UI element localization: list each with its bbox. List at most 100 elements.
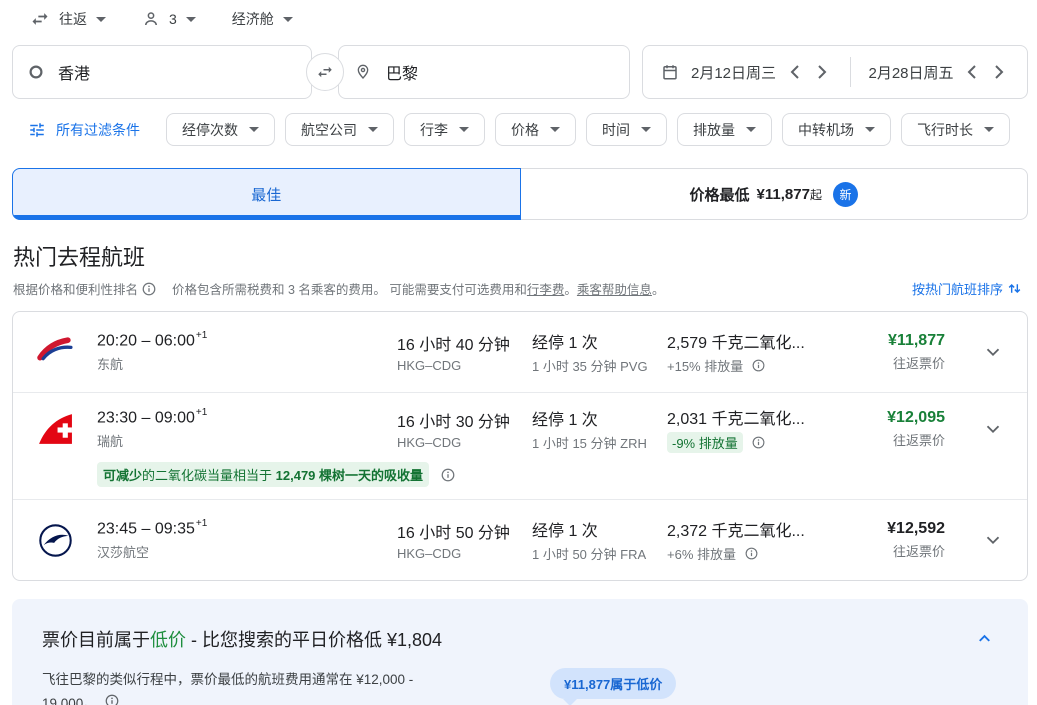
ranking-disclaimer: 根据价格和便利性排名 价格包含所需税费和 3 名乘客的费用。 可能需要支付可选费…: [13, 279, 664, 298]
layover-detail: 1 小时 15 分钟 ZRH: [532, 433, 667, 452]
filter-chip-bags[interactable]: 行李: [404, 113, 485, 146]
sort-by-button[interactable]: 按热门航班排序: [912, 279, 1023, 298]
swiss-logo: [37, 411, 74, 448]
chevron-down-icon: [982, 418, 1004, 440]
route: HKG–CDG: [397, 358, 532, 373]
filter-chip-stops[interactable]: 经停次数: [166, 113, 275, 146]
chip-label: 排放量: [693, 120, 735, 140]
flight-results-list: 20:20 – 06:00+1 东航 16 小时 40 分钟 HKG–CDG 经…: [12, 311, 1028, 581]
filters-row: 所有过滤条件 经停次数 航空公司 行李 价格 时间 排放量 中转机场: [0, 99, 1037, 156]
return-date-group: 2月28日周五: [857, 58, 1022, 86]
chip-label: 行李: [420, 120, 448, 140]
chevron-down-icon: [982, 529, 1004, 551]
info-icon[interactable]: [752, 359, 765, 372]
info-icon[interactable]: [752, 436, 765, 449]
chevron-down-icon: [982, 341, 1004, 363]
filter-chip-emissions[interactable]: 排放量: [677, 113, 772, 146]
price-history-slider: ¥11,877属于低价 ¥12,000 ¥19,000: [514, 668, 992, 705]
chevron-down-icon: [550, 127, 560, 132]
punctuation: 。: [652, 279, 665, 298]
emissions-delta-badge: -9% 排放量: [667, 432, 743, 453]
tab-cheapest-label: 价格最低: [690, 184, 750, 205]
destination-value: 巴黎: [386, 60, 418, 84]
info-icon[interactable]: [142, 282, 156, 296]
filter-chip-airlines[interactable]: 航空公司: [285, 113, 394, 146]
layover-detail: 1 小时 35 分钟 PVG: [532, 356, 667, 375]
section-subrow: 根据价格和便利性排名 价格包含所需税费和 3 名乘客的费用。 可能需要支付可选费…: [13, 279, 1023, 298]
trip-type-selector[interactable]: 往返: [30, 9, 106, 29]
departure-date[interactable]: 2月12日周三: [691, 62, 776, 83]
person-icon: [142, 10, 160, 28]
flight-row-lufthansa[interactable]: 23:45 – 09:35+1 汉莎航空 16 小时 50 分钟 HKG–CDG…: [13, 500, 1027, 580]
trip-type-price-label: 往返票价: [877, 430, 945, 449]
expand-flight-button[interactable]: [973, 417, 1013, 441]
info-icon[interactable]: [441, 468, 455, 482]
cabin-class-selector[interactable]: 经济舱: [232, 9, 293, 29]
chevron-down-icon: [283, 17, 293, 22]
swap-arrows-icon: [316, 63, 334, 81]
cabin-class-label: 经济舱: [232, 9, 274, 29]
swap-origin-destination-button[interactable]: [306, 53, 344, 91]
departure-date-group: 2月12日周三: [679, 58, 844, 86]
stops: 经停 1 次: [532, 517, 667, 541]
collapse-insights-button[interactable]: [971, 625, 998, 652]
filter-chip-price[interactable]: 价格: [495, 113, 576, 146]
tab-cheapest[interactable]: 价格最低 ¥11,877起 新: [521, 168, 1029, 220]
price-insights-panel: 票价目前属于低价 - 比您搜索的平日价格低 ¥1,804 飞往巴黎的类似行程中，…: [12, 599, 1028, 705]
chevron-down-icon: [459, 127, 469, 132]
trip-type-price-label: 往返票价: [877, 541, 945, 560]
info-icon[interactable]: [745, 547, 758, 560]
airline-name: 东航: [97, 354, 397, 373]
section-title: 热门去程航班: [13, 240, 1037, 272]
new-badge: 新: [833, 182, 858, 207]
carbon-emissions: 2,579 千克二氧化...: [667, 329, 877, 353]
origin-value: 香港: [58, 60, 90, 84]
flight-duration: 16 小时 40 分钟: [397, 331, 532, 355]
departure-date-previous-button[interactable]: [780, 58, 808, 86]
chevron-down-icon: [641, 127, 651, 132]
baggage-fees-link[interactable]: 行李费: [527, 279, 565, 298]
chevron-down-icon: [186, 17, 196, 22]
passenger-selector[interactable]: 3: [142, 10, 196, 28]
trip-type-price-label: 往返票价: [877, 353, 945, 372]
tab-best[interactable]: 最佳: [12, 168, 521, 220]
results-tabs: 最佳 价格最低 ¥11,877起 新: [12, 168, 1028, 220]
filter-chip-times[interactable]: 时间: [586, 113, 667, 146]
return-date[interactable]: 2月28日周五: [869, 62, 954, 83]
price: ¥12,095: [877, 409, 945, 427]
flight-row-china-eastern[interactable]: 20:20 – 06:00+1 东航 16 小时 40 分钟 HKG–CDG 经…: [13, 312, 1027, 393]
return-date-next-button[interactable]: [986, 58, 1014, 86]
current-price-tooltip: ¥11,877属于低价: [550, 668, 676, 699]
all-filters-button[interactable]: 所有过滤条件: [28, 120, 140, 140]
flight-duration: 16 小时 30 分钟: [397, 408, 532, 432]
passenger-assistance-link[interactable]: 乘客帮助信息: [577, 279, 652, 298]
stops: 经停 1 次: [532, 406, 667, 430]
date-divider: [850, 57, 851, 87]
route: HKG–CDG: [397, 546, 532, 561]
price-range-description: 飞往巴黎的类似行程中，票价最低的航班费用通常在 ¥12,000 - 19,000…: [42, 668, 442, 705]
chevron-down-icon: [96, 17, 106, 22]
destination-field[interactable]: 巴黎: [338, 45, 630, 99]
flight-row-swiss[interactable]: 23:30 – 09:00+1 瑞航 16 小时 30 分钟 HKG–CDG 经…: [13, 393, 1027, 500]
lufthansa-logo: [37, 522, 74, 559]
carbon-emissions: 2,372 千克二氧化...: [667, 517, 877, 541]
origin-circle-icon: [29, 65, 43, 79]
tab-cheapest-price: ¥11,877起: [757, 186, 822, 203]
airline-name: 瑞航: [97, 431, 397, 450]
price: ¥12,592: [877, 520, 945, 538]
layover-detail: 1 小时 50 分钟 FRA: [532, 544, 667, 563]
expand-flight-button[interactable]: [973, 340, 1013, 364]
departure-date-next-button[interactable]: [808, 58, 836, 86]
departure-arrival-times: 23:30 – 09:00+1: [97, 408, 397, 427]
return-date-previous-button[interactable]: [958, 58, 986, 86]
flight-duration: 16 小时 50 分钟: [397, 519, 532, 543]
emissions-savings-banner: 可减少的二氧化碳当量相当于 12,479 棵树一天的吸收量: [97, 462, 429, 487]
expand-flight-button[interactable]: [973, 528, 1013, 552]
location-pin-icon: [355, 63, 371, 81]
chevron-down-icon: [984, 127, 994, 132]
info-icon[interactable]: [105, 694, 119, 705]
origin-field[interactable]: 香港: [12, 45, 312, 99]
passenger-count: 3: [169, 11, 177, 27]
filter-chip-connecting-airports[interactable]: 中转机场: [782, 113, 891, 146]
filter-chip-duration[interactable]: 飞行时长: [901, 113, 1010, 146]
